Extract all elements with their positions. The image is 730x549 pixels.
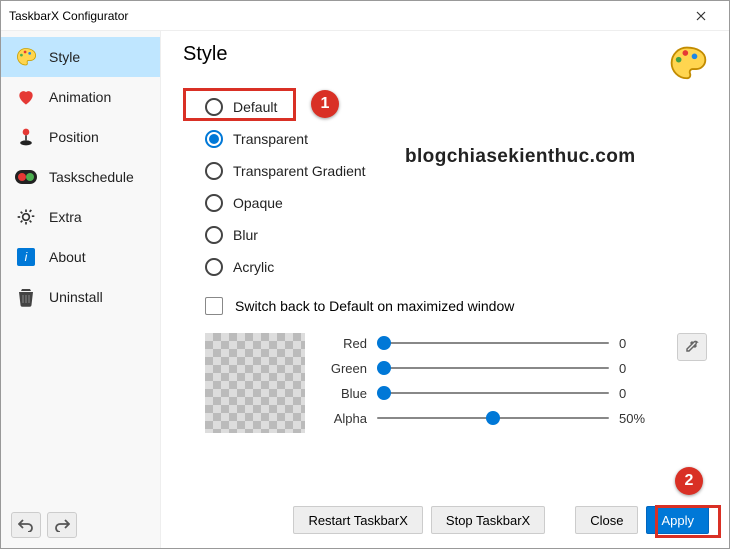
radio-transparent[interactable]: Transparent xyxy=(205,123,707,155)
sidebar-item-uninstall[interactable]: Uninstall xyxy=(1,277,160,317)
page-title: Style xyxy=(183,43,667,66)
sidebar-item-extra[interactable]: Extra xyxy=(1,197,160,237)
color-preview-swatch xyxy=(205,333,305,433)
radio-label: Blur xyxy=(233,227,258,243)
heart-icon xyxy=(15,86,37,108)
trash-icon xyxy=(15,286,37,308)
radio-label: Transparent Gradient xyxy=(233,163,366,179)
joystick-icon xyxy=(15,126,37,148)
radio-acrylic[interactable]: Acrylic xyxy=(205,251,707,283)
radio-transparent-gradient[interactable]: Transparent Gradient xyxy=(205,155,707,187)
radio-label: Opaque xyxy=(233,195,283,211)
sidebar-item-animation[interactable]: Animation xyxy=(1,77,160,117)
style-radio-group: Default Transparent Transparent Gradient… xyxy=(205,91,707,283)
radio-icon xyxy=(205,194,223,212)
red-slider[interactable] xyxy=(377,335,609,351)
radio-opaque[interactable]: Opaque xyxy=(205,187,707,219)
slider-value-alpha: 50% xyxy=(619,411,659,426)
sidebar: Style Animation Position Taskschedule xyxy=(1,31,161,548)
close-button[interactable]: Close xyxy=(575,506,638,534)
slider-value-green: 0 xyxy=(619,361,659,376)
radio-icon xyxy=(205,162,223,180)
slider-value-red: 0 xyxy=(619,336,659,351)
window-title: TaskbarX Configurator xyxy=(9,9,681,23)
sidebar-item-label: Animation xyxy=(49,89,111,105)
sidebar-item-position[interactable]: Position xyxy=(1,117,160,157)
slider-label-red: Red xyxy=(323,336,367,351)
stop-taskbarx-button[interactable]: Stop TaskbarX xyxy=(431,506,545,534)
close-window-button[interactable] xyxy=(681,1,721,31)
sidebar-item-label: Taskschedule xyxy=(49,169,134,185)
gear-icon xyxy=(15,206,37,228)
checkbox-icon xyxy=(205,297,223,315)
app-logo-icon xyxy=(667,43,707,83)
green-slider[interactable] xyxy=(377,360,609,376)
checkbox-label: Switch back to Default on maximized wind… xyxy=(235,298,514,314)
radio-icon xyxy=(205,226,223,244)
slider-value-blue: 0 xyxy=(619,386,659,401)
radio-label: Default xyxy=(233,99,277,115)
sidebar-item-label: Style xyxy=(49,49,80,65)
restart-taskbarx-button[interactable]: Restart TaskbarX xyxy=(293,506,422,534)
toggle-icon xyxy=(15,166,37,188)
redo-button[interactable] xyxy=(47,512,77,538)
maximized-default-checkbox[interactable]: Switch back to Default on maximized wind… xyxy=(205,297,707,315)
main-content: Style Default Transparent Transparent Gr… xyxy=(161,31,729,548)
info-icon: i xyxy=(15,246,37,268)
sidebar-item-label: About xyxy=(49,249,86,265)
palette-icon xyxy=(15,46,37,68)
slider-label-green: Green xyxy=(323,361,367,376)
slider-label-alpha: Alpha xyxy=(323,411,367,426)
sidebar-item-label: Uninstall xyxy=(49,289,103,305)
title-bar: TaskbarX Configurator xyxy=(1,1,729,31)
blue-slider[interactable] xyxy=(377,385,609,401)
sidebar-item-style[interactable]: Style xyxy=(1,37,160,77)
slider-label-blue: Blue xyxy=(323,386,367,401)
radio-icon xyxy=(205,258,223,276)
sidebar-item-taskschedule[interactable]: Taskschedule xyxy=(1,157,160,197)
apply-button[interactable]: Apply xyxy=(646,506,709,534)
svg-text:i: i xyxy=(25,250,28,264)
radio-label: Acrylic xyxy=(233,259,274,275)
sidebar-item-about[interactable]: i About xyxy=(1,237,160,277)
radio-icon xyxy=(205,98,223,116)
alpha-slider[interactable] xyxy=(377,410,609,426)
eyedropper-button[interactable] xyxy=(677,333,707,361)
sidebar-item-label: Position xyxy=(49,129,99,145)
undo-button[interactable] xyxy=(11,512,41,538)
radio-label: Transparent xyxy=(233,131,308,147)
radio-icon xyxy=(205,130,223,148)
radio-default[interactable]: Default xyxy=(205,91,707,123)
radio-blur[interactable]: Blur xyxy=(205,219,707,251)
sidebar-item-label: Extra xyxy=(49,209,82,225)
